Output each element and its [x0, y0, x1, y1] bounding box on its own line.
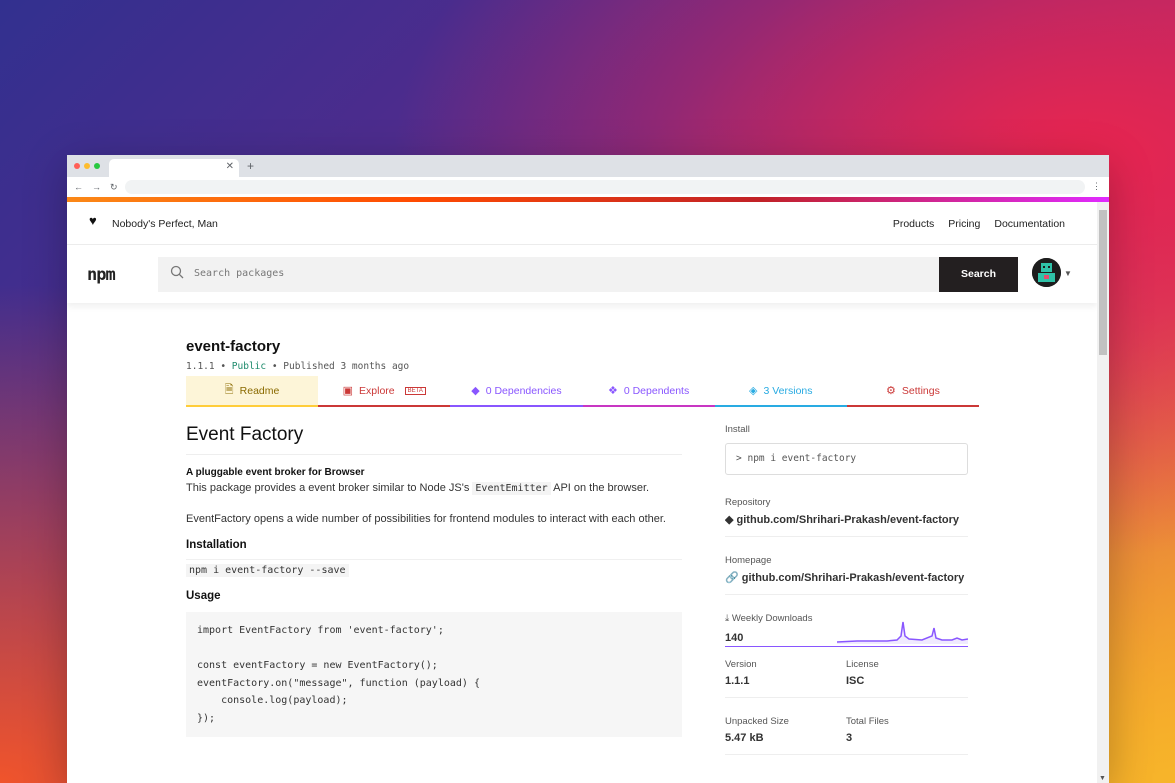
package-meta: 1.1.1 • Public • Published 3 months ago — [186, 361, 410, 372]
weekly-downloads-section: ⤓ Weekly Downloads 140 — [725, 613, 968, 647]
tab-bar: ✕ + — [67, 155, 1109, 177]
tab-dependents[interactable]: ❖ 0 Dependents — [582, 376, 715, 407]
scrollbar-thumb[interactable] — [1099, 210, 1107, 355]
cube-icon: ◆ — [471, 385, 480, 397]
search-input[interactable]: Search packages — [158, 257, 939, 292]
install-command: npm i event-factory — [747, 453, 857, 464]
new-tab-icon[interactable]: + — [247, 159, 254, 173]
tab-readme-label: Readme — [239, 384, 280, 397]
install-command-box[interactable]: > npm i event-factory — [725, 443, 968, 475]
chevron-down-icon[interactable]: ▼ — [1064, 269, 1072, 278]
download-icon: ⤓ — [725, 613, 730, 624]
tab-readme[interactable]: 🗎 Readme — [186, 376, 319, 407]
package-visibility: Public — [231, 361, 267, 372]
avatar-image — [1032, 258, 1061, 287]
search-row: npm Search packages Search ▼ — [67, 245, 1097, 303]
package-tabs: 🗎 Readme ▣ Explore BETA ◆ 0 Dependencies… — [186, 376, 980, 407]
tab-dependents-label: 0 Dependents — [623, 384, 690, 397]
readme-subtitle: A pluggable event broker for Browser — [186, 467, 365, 478]
version-label: Version — [725, 659, 757, 670]
window-controls — [74, 163, 100, 169]
tag-icon: ◈ — [749, 385, 758, 397]
forward-icon[interactable]: → — [92, 182, 101, 192]
npm-page: ♥ Nobody's Perfect, Man Products Pricing… — [67, 202, 1097, 783]
tab-versions[interactable]: ◈ 3 Versions — [714, 376, 847, 407]
tab-settings-label: Settings — [901, 384, 940, 397]
readme-paragraph-2: EventFactory opens a wide number of poss… — [186, 513, 666, 525]
maximize-window-button[interactable] — [94, 163, 100, 169]
tab-explore-label: Explore — [359, 384, 395, 397]
tab-settings[interactable]: ⚙ Settings — [846, 376, 980, 407]
search-button[interactable]: Search — [939, 257, 1018, 292]
avatar[interactable] — [1032, 258, 1061, 287]
total-files-value: 3 — [846, 732, 853, 744]
tab-dependencies[interactable]: ◆ 0 Dependencies — [450, 376, 583, 407]
homepage-link[interactable]: 🔗 github.com/Shrihari-Prakash/event-fact… — [725, 571, 968, 584]
tab-dependencies-label: 0 Dependencies — [485, 384, 562, 397]
explore-icon: ▣ — [342, 385, 354, 397]
version-license-section: Version 1.1.1 License ISC — [725, 659, 968, 698]
tab-versions-label: 3 Versions — [763, 384, 813, 397]
usage-heading: Usage — [186, 590, 221, 602]
reload-icon[interactable]: ↻ — [110, 182, 118, 193]
nav-documentation[interactable]: Documentation — [994, 218, 1065, 230]
homepage-section: Homepage 🔗 github.com/Shrihari-Prakash/e… — [725, 555, 968, 595]
beta-badge: BETA — [404, 386, 426, 395]
homepage-label: Homepage — [725, 555, 772, 566]
package-version: 1.1.1 — [186, 361, 215, 372]
top-nav: ♥ Nobody's Perfect, Man Products Pricing… — [67, 202, 1097, 245]
npm-logo[interactable]: npm — [87, 265, 116, 285]
package-content: event-factory 1.1.1 • Public • Published… — [186, 338, 986, 755]
nav-pricing[interactable]: Pricing — [948, 218, 980, 230]
gear-icon: ⚙ — [886, 385, 896, 397]
version-value: 1.1.1 — [725, 675, 750, 687]
browser-tab[interactable]: ✕ — [109, 159, 239, 177]
close-window-button[interactable] — [74, 163, 80, 169]
repository-label: Repository — [725, 497, 771, 508]
back-icon[interactable]: ← — [74, 182, 83, 192]
page-scrollbar[interactable]: ▼ — [1097, 202, 1109, 783]
install-command-readme: npm i event-factory --save — [186, 559, 682, 580]
prompt-icon: > — [736, 453, 742, 464]
downloads-sparkline — [837, 621, 968, 644]
link-icon: 🔗 — [725, 572, 739, 584]
tab-explore[interactable]: ▣ Explore BETA — [318, 376, 451, 407]
total-files-label: Total Files — [846, 716, 889, 727]
git-icon: ◆ — [725, 514, 734, 526]
package-title: event-factory — [186, 338, 281, 355]
nav-products[interactable]: Products — [893, 218, 934, 230]
browser-menu-icon[interactable]: ⋮ — [1092, 181, 1101, 192]
license-label: License — [846, 659, 879, 670]
search-icon — [170, 265, 184, 279]
browser-toolbar: ← → ↻ ⋮ — [67, 177, 1109, 197]
license-value: ISC — [846, 675, 865, 687]
install-label: Install — [725, 424, 750, 435]
browser-window: ✕ + ← → ↻ ⋮ ♥ Nobody's Perfect, Man Prod… — [67, 155, 1109, 783]
address-bar[interactable] — [125, 180, 1085, 194]
minimize-window-button[interactable] — [84, 163, 90, 169]
repository-link[interactable]: ◆ github.com/Shrihari-Prakash/event-fact… — [725, 513, 968, 526]
scroll-down-icon[interactable]: ▼ — [1099, 775, 1106, 782]
usage-code-block: import EventFactory from 'event-factory'… — [186, 612, 682, 737]
readme: Event Factory A pluggable event broker f… — [186, 424, 682, 737]
close-tab-icon[interactable]: ✕ — [226, 161, 234, 172]
unpacked-size-label: Unpacked Size — [725, 716, 789, 727]
cubes-icon: ❖ — [607, 385, 618, 397]
tagline[interactable]: Nobody's Perfect, Man — [112, 218, 218, 230]
package-published: Published 3 months ago — [283, 361, 410, 372]
readme-icon: 🗎 — [224, 384, 234, 396]
readme-paragraph-1: This package provides a event broker sim… — [186, 482, 650, 495]
size-files-section: Unpacked Size 5.47 kB Total Files 3 — [725, 716, 968, 755]
heart-icon[interactable]: ♥ — [89, 213, 97, 228]
nav-links: Products Pricing Documentation — [879, 218, 1065, 230]
package-sidebar: Install > npm i event-factory Repository… — [725, 424, 968, 755]
unpacked-size-value: 5.47 kB — [725, 732, 764, 744]
search-placeholder: Search packages — [194, 268, 285, 279]
readme-title: Event Factory — [186, 424, 682, 455]
installation-heading: Installation — [186, 539, 247, 551]
repository-section: Repository ◆ github.com/Shrihari-Prakash… — [725, 497, 968, 537]
